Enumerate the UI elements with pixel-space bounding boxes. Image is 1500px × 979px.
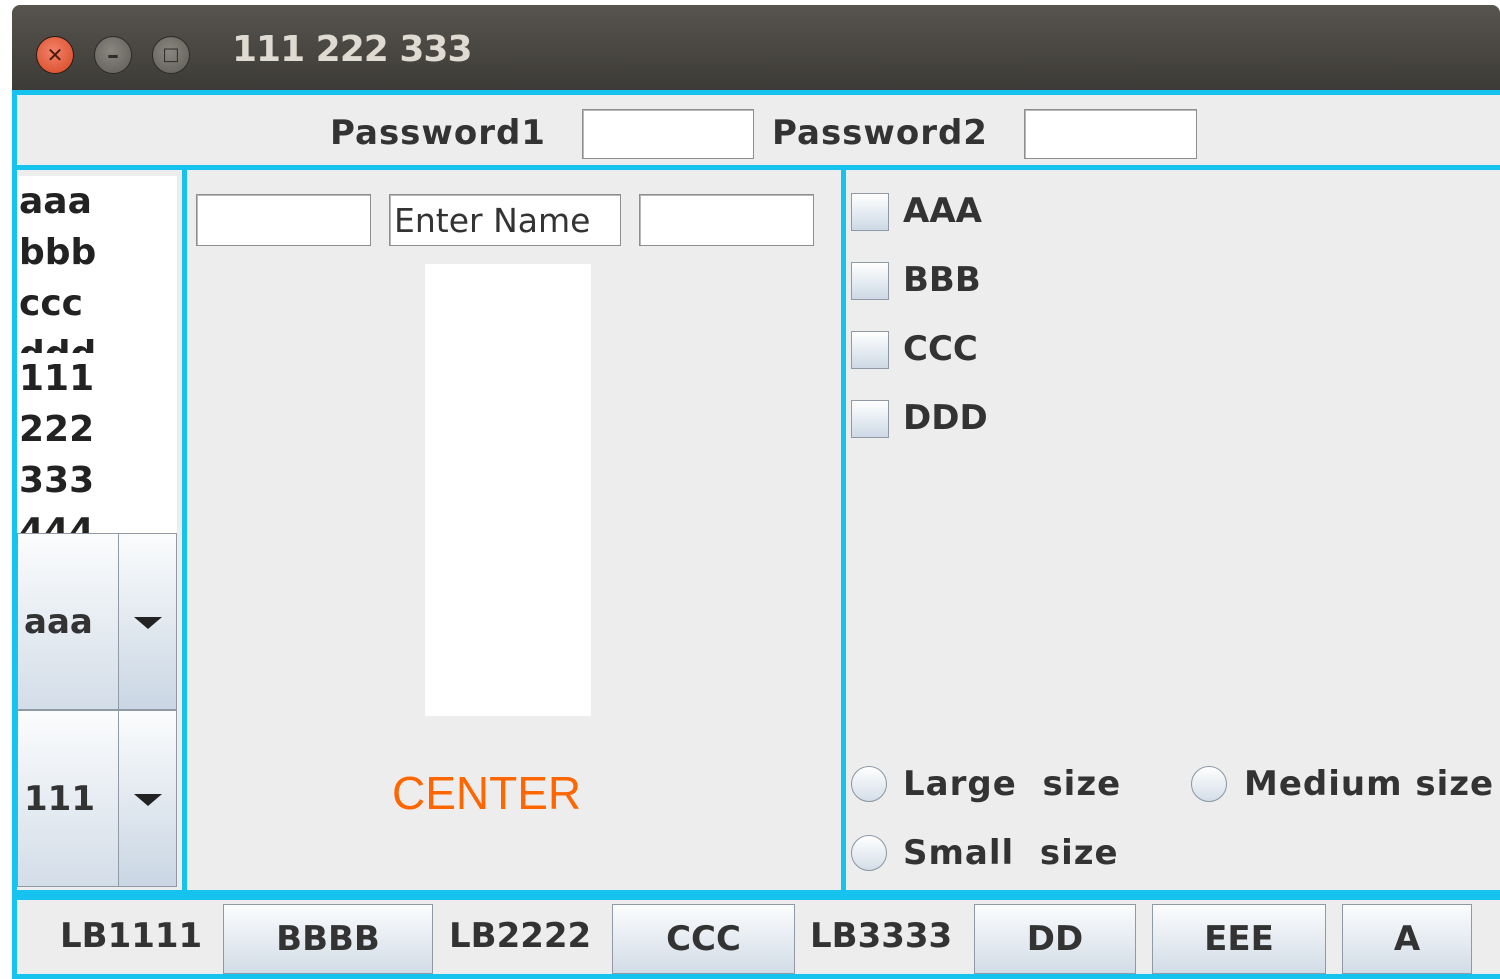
center-text-field-3[interactable]	[639, 194, 814, 246]
combo-box-letters[interactable]: aaa	[17, 533, 177, 710]
radio-small-size[interactable]	[851, 835, 887, 871]
password1-input[interactable]	[583, 110, 753, 158]
list-two-item[interactable]: 333	[17, 455, 177, 506]
center-text-input-1[interactable]	[197, 195, 370, 245]
list-one-item[interactable]: ddd	[17, 329, 177, 353]
chevron-down-icon	[133, 793, 162, 806]
checkbox-bbb-label: BBB	[903, 260, 981, 300]
list-two[interactable]: 111 222 333 444	[17, 353, 177, 533]
a-button[interactable]: A	[1342, 904, 1472, 974]
checkbox-bbb[interactable]	[851, 262, 889, 300]
name-input[interactable]	[390, 195, 620, 245]
checkbox-aaa-label: AAA	[903, 191, 982, 231]
radio-large-size-label: Large size	[903, 764, 1122, 804]
maximize-window-button[interactable]: □	[152, 36, 190, 74]
minimize-window-button[interactable]: –	[94, 36, 132, 74]
chevron-down-icon	[133, 616, 162, 629]
close-icon: ✕	[46, 43, 64, 67]
list-one-item[interactable]: aaa	[17, 176, 177, 227]
minimize-icon: –	[107, 41, 119, 69]
title-bar: ✕ – □ 111 222 333	[12, 5, 1500, 90]
combo-box-numbers-arrow[interactable]	[118, 711, 176, 886]
checkbox-ddd-label: DDD	[903, 398, 988, 438]
south-label-2: LB2222	[449, 916, 592, 956]
list-one-item[interactable]: ccc	[17, 278, 177, 329]
checkbox-aaa[interactable]	[851, 193, 889, 231]
password2-field[interactable]	[1024, 109, 1197, 159]
name-field[interactable]	[389, 194, 621, 246]
radio-medium-size[interactable]	[1191, 766, 1227, 802]
north-panel	[12, 90, 1500, 170]
eee-button[interactable]: EEE	[1152, 904, 1326, 974]
south-label-1: LB1111	[60, 916, 203, 956]
checkbox-ddd[interactable]	[851, 400, 889, 438]
list-two-item[interactable]: 222	[17, 404, 177, 455]
checkbox-ccc-label: CCC	[903, 329, 978, 369]
list-one-item[interactable]: bbb	[17, 227, 177, 278]
south-label-3: LB3333	[810, 916, 953, 956]
password2-input[interactable]	[1025, 110, 1196, 158]
radio-medium-size-label: Medium size	[1244, 764, 1495, 804]
combo-box-numbers-value: 111	[24, 778, 95, 819]
maximize-icon: □	[162, 44, 180, 65]
combo-box-letters-value: aaa	[24, 601, 93, 642]
combo-box-numbers[interactable]: 111	[17, 710, 177, 887]
text-area[interactable]	[425, 264, 591, 716]
center-text-input-3[interactable]	[640, 195, 813, 245]
list-one[interactable]: aaa bbb ccc ddd	[17, 176, 177, 353]
password2-label: Password2	[772, 113, 988, 153]
password1-label: Password1	[330, 113, 546, 153]
password1-field[interactable]	[582, 109, 754, 159]
bbbb-button[interactable]: BBBB	[223, 904, 433, 974]
ccc-button[interactable]: CCC	[612, 904, 795, 974]
radio-large-size[interactable]	[851, 766, 887, 802]
window-title: 111 222 333	[232, 29, 473, 70]
list-two-item[interactable]: 111	[17, 353, 177, 404]
radio-small-size-label: Small size	[903, 833, 1119, 873]
list-two-item[interactable]: 444	[17, 506, 177, 533]
center-text-field-1[interactable]	[196, 194, 371, 246]
combo-box-letters-arrow[interactable]	[118, 534, 176, 709]
content-pane: Password1 Password2 aaa bbb ccc ddd 111 …	[12, 90, 1500, 979]
center-label: CENTER	[392, 767, 582, 819]
checkbox-ccc[interactable]	[851, 331, 889, 369]
dd-button[interactable]: DD	[974, 904, 1136, 974]
close-window-button[interactable]: ✕	[36, 36, 74, 74]
